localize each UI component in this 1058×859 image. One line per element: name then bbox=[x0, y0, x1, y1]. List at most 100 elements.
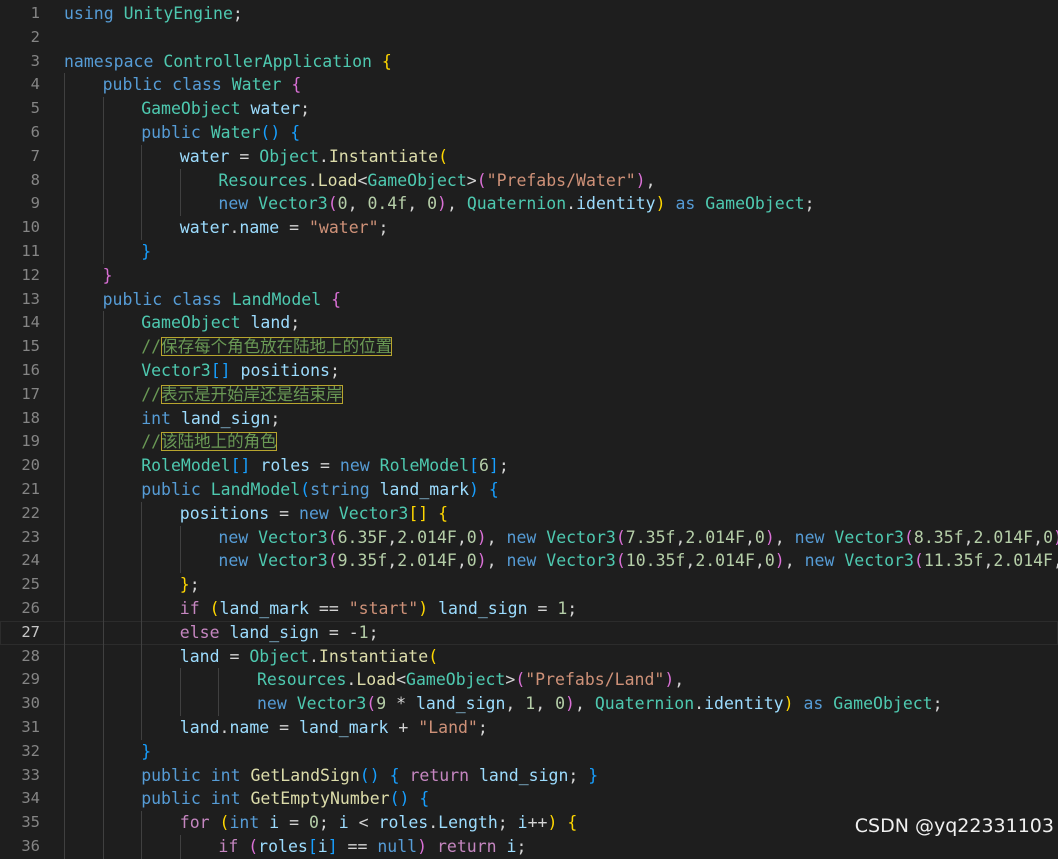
code-text: for (int i = 0; i < roles.Length; i++) { bbox=[180, 811, 577, 835]
code-token: == bbox=[337, 836, 378, 856]
code-line[interactable]: 21 public LandModel(string land_mark) { bbox=[0, 477, 1058, 502]
code-token: UnityEngine bbox=[123, 4, 233, 23]
code-token: i bbox=[269, 813, 280, 833]
code-line[interactable]: 2 bbox=[0, 26, 1058, 50]
code-line[interactable]: 30 new Vector3(9 * land_sign, 1, 0), Quat… bbox=[0, 692, 1058, 716]
code-token: as bbox=[803, 694, 824, 714]
code-line[interactable]: 34 public int GetEmptyNumber() { bbox=[0, 787, 1058, 812]
code-line[interactable]: 14 GameObject land; bbox=[0, 311, 1058, 336]
code-token: 1 bbox=[557, 598, 568, 618]
code-token: water bbox=[250, 99, 301, 119]
code-line[interactable]: 33 public int GetLandSign() { return land… bbox=[0, 763, 1058, 788]
code-line[interactable]: 27 else land_sign = -1; bbox=[0, 620, 1058, 645]
line-number: 17 bbox=[21, 384, 40, 403]
line-number: 33 bbox=[21, 765, 40, 784]
code-token: GameObject bbox=[705, 194, 805, 214]
code-line[interactable]: 6 public Water() { bbox=[0, 120, 1058, 145]
code-line[interactable]: 4 public class Water { bbox=[0, 73, 1058, 98]
code-token: land bbox=[179, 646, 220, 666]
code-line[interactable]: 15 //保存每个角色放在陆地上的位置 bbox=[0, 335, 1058, 359]
indent-guide bbox=[102, 477, 104, 502]
code-token: ( bbox=[615, 527, 626, 547]
code-token: ) bbox=[469, 479, 479, 499]
code-line[interactable]: 36 if (roles[i] == null) return i; bbox=[0, 834, 1058, 859]
indent-guide bbox=[64, 644, 65, 669]
code-line[interactable]: 3 namespace ControllerApplication { bbox=[0, 50, 1058, 74]
code-token: GameObject bbox=[406, 670, 506, 690]
code-text: } bbox=[141, 740, 151, 764]
code-line[interactable]: 31 land.name = land_mark + "Land"; bbox=[0, 715, 1058, 740]
code-line[interactable]: 18 int land_sign; bbox=[0, 406, 1058, 431]
code-line[interactable]: 26 if (land_mark == "start") land_sign = … bbox=[0, 596, 1058, 621]
code-token: ) bbox=[476, 527, 487, 547]
code-text: Vector3[] positions; bbox=[141, 359, 340, 383]
code-token: . bbox=[219, 717, 230, 737]
indent-guide bbox=[102, 692, 104, 716]
code-token: 9 bbox=[376, 694, 387, 714]
code-token: new bbox=[339, 456, 370, 476]
code-line[interactable]: 16 Vector3[] positions; bbox=[0, 358, 1058, 383]
code-line[interactable]: 9 new Vector3(0, 0.4f, 0), Quaternion.ide… bbox=[0, 192, 1058, 217]
code-token: , bbox=[1033, 527, 1044, 547]
code-line[interactable]: 25}; bbox=[0, 573, 1058, 597]
code-text: GameObject land; bbox=[141, 311, 300, 335]
code-line[interactable]: 8 Resources.Load<GameObject>("Prefabs/Wat… bbox=[0, 168, 1058, 193]
code-line[interactable]: 22 positions = new Vector3[] { bbox=[0, 501, 1058, 526]
code-token: ) bbox=[565, 694, 575, 714]
code-token: if bbox=[218, 836, 239, 856]
code-line[interactable]: 28 land = Object.Instantiate( bbox=[0, 644, 1058, 669]
code-token: ; bbox=[318, 813, 339, 833]
code-token: Water bbox=[210, 122, 261, 142]
code-line[interactable]: 23 new Vector3(6.35F,2.014F,0), new Vecto… bbox=[0, 525, 1058, 550]
line-number: 25 bbox=[21, 575, 40, 594]
code-line[interactable]: 20 RoleModel[] roles = new RoleModel[6]; bbox=[0, 454, 1058, 478]
code-token: return bbox=[409, 765, 470, 785]
indent-guide bbox=[102, 168, 104, 193]
code-token: , bbox=[983, 551, 994, 571]
code-line[interactable]: 7 water = Object.Instantiate( bbox=[0, 144, 1058, 169]
indent-guide bbox=[102, 739, 104, 764]
code-token: () bbox=[389, 789, 410, 809]
indent-guide bbox=[102, 406, 104, 431]
code-editor[interactable]: 1 using UnityEngine; 2 3 namespace Controlle… bbox=[0, 2, 1058, 859]
code-token: } bbox=[141, 241, 152, 261]
code-token: LandModel bbox=[231, 289, 322, 309]
code-line[interactable]: 32} bbox=[0, 739, 1058, 764]
code-line[interactable]: 17 //表示是开始岸还是结束岸 bbox=[0, 382, 1058, 407]
indent-guide bbox=[64, 382, 65, 407]
code-token: , bbox=[675, 527, 686, 547]
code-text: //该陆地上的角色 bbox=[141, 430, 277, 454]
code-token: 0 bbox=[764, 551, 775, 571]
line-number: 21 bbox=[21, 479, 40, 498]
code-token: ; bbox=[516, 836, 527, 856]
indent-guide bbox=[64, 239, 65, 264]
code-token: GameObject bbox=[833, 694, 933, 714]
code-line[interactable]: 1 using UnityEngine; bbox=[0, 2, 1058, 26]
indent-guide bbox=[64, 73, 65, 98]
code-token: "Prefabs/Water" bbox=[486, 170, 636, 190]
code-line[interactable]: 13 public class LandModel { bbox=[0, 287, 1058, 312]
code-line[interactable]: 12} bbox=[0, 263, 1058, 288]
indent-guide bbox=[64, 811, 65, 835]
code-line[interactable]: 19 //该陆地上的角色 bbox=[0, 430, 1058, 455]
code-line[interactable]: 10 water.name = "water"; bbox=[0, 216, 1058, 240]
line-number: 15 bbox=[21, 337, 40, 356]
indent-guide bbox=[102, 216, 104, 240]
code-token: identity bbox=[576, 194, 656, 214]
code-text: namespace ControllerApplication { bbox=[64, 50, 392, 74]
code-token: RoleModel bbox=[141, 456, 231, 476]
code-line[interactable]: 11} bbox=[0, 239, 1058, 264]
code-token: > bbox=[466, 170, 477, 190]
code-line[interactable]: 24 new Vector3(9.35f,2.014F,0), new Vecto… bbox=[0, 549, 1058, 574]
code-line[interactable]: 5 GameObject water; bbox=[0, 97, 1058, 121]
code-line[interactable]: 29 Resources.Load<GameObject>("Prefabs/La… bbox=[0, 668, 1058, 693]
code-token: land_mark bbox=[379, 479, 470, 499]
code-token: ( bbox=[327, 527, 338, 547]
